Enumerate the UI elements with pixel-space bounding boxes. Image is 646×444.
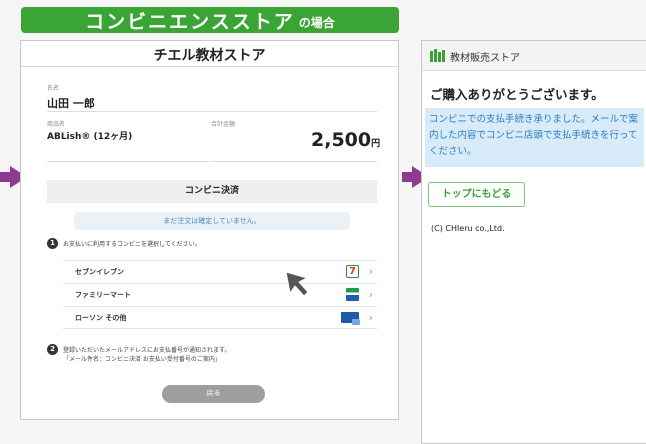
step-number-2: 2 [47,344,58,355]
step-number-1: 1 [47,238,58,249]
store-header-title: 教材販売ストア [450,53,520,64]
divider [47,111,377,112]
product-label: 商品名 [47,121,66,128]
store-option-label: セブンイレブン [75,268,124,276]
step-1-text: お支払いに利用するコンビニを選択してください。 [63,241,201,248]
step-2-line-2: 「メール件名：コンビニ決済 お支払い受付番号のご案内」 [63,356,221,363]
payment-selection-window: チエル教材ストア 氏名 山田 一郎 商品名 ABLish® (12ヶ月) 合計金… [20,40,399,420]
name-value: 山田 一郎 [47,97,95,110]
chevron-right-icon: › [368,288,373,301]
store-option-label: ファミリーマート [75,291,131,299]
divider [47,161,209,162]
back-button[interactable]: 戻る [162,385,265,403]
amount-unit: 円 [371,139,381,149]
familymart-logo-icon [346,288,359,301]
page-banner: コンビニエンスストア の場合 [21,7,399,33]
thanks-heading: ご購入ありがとうございます。 [430,87,604,102]
back-to-top-button[interactable]: トップにもどる [428,182,525,207]
step-2-line-1: 登録いただいたメールアドレスにお支払番号が通知されます。 [63,347,231,354]
store-option-familymart[interactable]: ファミリーマート › [63,283,377,305]
product-value: ABLish® (12ヶ月) [47,132,133,142]
other-store-logo-icon [352,319,360,325]
store-option-lawson[interactable]: ローソン その他 › [63,306,377,329]
payment-info-message: コンビニでの支払手続き承りました。メールで案内した内容でコンビニ店頭で支払手続き… [425,108,644,167]
section-title: コンビニ決済 [47,180,377,203]
store-header: 教材販売ストア [422,41,646,71]
store-option-label: ローソン その他 [75,314,127,322]
banner-title: コンビニエンスストア [85,10,295,33]
confirmation-window: 教材販売ストア ご購入ありがとうございます。 コンビニでの支払手続き承りました。… [421,40,646,444]
amount-label: 合計金額 [211,121,236,128]
divider [21,66,398,67]
banner-subtitle: の場合 [298,16,335,30]
amount-value: 2,500円 [311,129,381,151]
seven-eleven-logo-icon: 7 [346,265,359,278]
store-title: チエル教材ストア [153,48,266,64]
store-option-seven-eleven[interactable]: セブンイレブン 7 › [63,260,377,282]
chevron-right-icon: › [368,265,373,278]
chevron-right-icon: › [368,311,373,324]
copyright: (C) CHIeru co.,Ltd. [431,224,505,233]
mouse-pointer-icon [285,271,309,297]
books-icon [430,49,445,62]
step-2-text: 登録いただいたメールアドレスにお支払番号が通知されます。 「メール件名：コンビニ… [63,346,230,364]
divider [211,161,377,162]
name-label: 氏名 [47,85,60,92]
status-notice: まだ注文は確定していません。 [74,212,350,230]
